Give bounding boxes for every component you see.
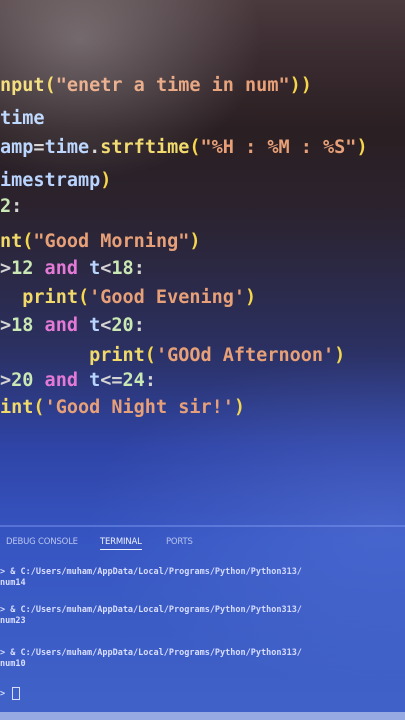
code-token: 24: [122, 370, 145, 391]
tab-ports[interactable]: PORTS: [166, 537, 193, 547]
code-token: and: [33, 370, 90, 391]
code-line[interactable]: nput("enetr a time in num")): [0, 72, 312, 100]
terminal-cursor: [12, 687, 21, 700]
code-token: 18: [11, 315, 34, 336]
code-token: <: [100, 258, 112, 279]
terminal-prompt[interactable]: >: [0, 687, 21, 700]
code-token: 'GOOd Afternoon': [155, 345, 335, 366]
code-line[interactable]: print('Good Evening'): [0, 284, 256, 312]
code-token: and: [33, 258, 90, 279]
code-line[interactable]: >12 and t<18:: [0, 255, 145, 283]
code-token: amp: [0, 137, 34, 158]
code-token: :: [133, 315, 145, 336]
terminal-line: > & C:/Users/muham/AppData/Local/Program…: [0, 567, 302, 577]
code-token: (: [33, 397, 45, 418]
code-token: >: [0, 315, 12, 336]
terminal-output: num14: [0, 578, 26, 588]
code-token: nput: [0, 75, 45, 96]
code-token: t: [89, 370, 101, 391]
code-token: 'Good Night sir!': [44, 397, 234, 418]
code-token: imestramp: [0, 170, 101, 191]
code-token: >: [0, 370, 12, 391]
code-token: :: [11, 196, 23, 217]
vscode-screen-photo: nput("enetr a time in num")) time amp=time…: [0, 0, 405, 720]
code-token: (: [44, 75, 56, 96]
code-token: (: [144, 345, 156, 366]
code-token: print: [0, 345, 145, 366]
terminal-line: > & C:/Users/muham/AppData/Local/Program…: [0, 648, 302, 658]
code-token: :: [144, 370, 156, 391]
code-token: =: [33, 137, 45, 158]
code-token: ): [100, 170, 112, 191]
code-token: (: [77, 287, 90, 308]
code-token: "enetr a time in num": [55, 75, 290, 96]
code-token: 20: [11, 370, 34, 391]
terminal-line: > & C:/Users/muham/AppData/Local/Program…: [0, 605, 302, 615]
code-token: )): [289, 75, 312, 96]
code-token: :: [133, 258, 145, 279]
code-token: <: [100, 315, 112, 336]
code-token: time: [0, 108, 45, 129]
code-token: print: [0, 287, 78, 308]
code-token: ): [233, 397, 246, 418]
tab-debug-console[interactable]: DEBUG CONSOLE: [6, 537, 78, 547]
code-token: strftime: [100, 137, 190, 158]
code-token: ): [189, 231, 201, 252]
code-line[interactable]: print('GOOd Afternoon'): [0, 342, 345, 370]
code-line[interactable]: int('Good Night sir!'): [0, 394, 245, 422]
code-token: 2: [0, 196, 12, 217]
code-line[interactable]: >20 and t<=24:: [0, 367, 156, 395]
code-token: 12: [11, 258, 34, 279]
code-token: "%H : %M : %S": [200, 137, 357, 158]
code-token: and: [33, 315, 90, 336]
code-token: .: [89, 137, 101, 158]
tab-terminal[interactable]: TERMINAL: [100, 537, 142, 550]
prompt-text: >: [0, 689, 11, 699]
code-token: "Good Morning": [33, 231, 190, 252]
code-token: (: [22, 231, 34, 252]
code-token: 18: [111, 258, 134, 279]
code-token: 'Good Evening': [89, 287, 246, 308]
code-token: 20: [111, 315, 134, 336]
panel-divider[interactable]: [0, 525, 405, 527]
code-line[interactable]: >18 and t<20:: [0, 312, 145, 340]
code-token: nt: [0, 231, 23, 252]
bottom-panel: DEBUG CONSOLE TERMINAL PORTS > & C:/User…: [0, 525, 405, 720]
code-token: t: [89, 258, 101, 279]
code-token: ): [356, 137, 368, 158]
code-token: int: [0, 397, 34, 418]
code-token: ): [245, 287, 257, 308]
code-line[interactable]: 2:: [0, 193, 22, 221]
code-token: time: [44, 137, 90, 158]
code-token: t: [89, 315, 101, 336]
terminal-output: num10: [0, 659, 26, 669]
code-line[interactable]: amp=time.strftime("%H : %M : %S"): [0, 134, 368, 162]
code-token: <=: [100, 370, 123, 391]
code-line[interactable]: time: [0, 105, 45, 133]
code-line[interactable]: imestramp): [0, 167, 111, 195]
code-token: (: [189, 137, 201, 158]
status-bar-strip: [0, 712, 405, 720]
code-token: >: [0, 258, 12, 279]
code-line[interactable]: nt("Good Morning"): [0, 228, 201, 256]
code-token: ): [334, 345, 346, 366]
terminal-output: num23: [0, 616, 26, 626]
